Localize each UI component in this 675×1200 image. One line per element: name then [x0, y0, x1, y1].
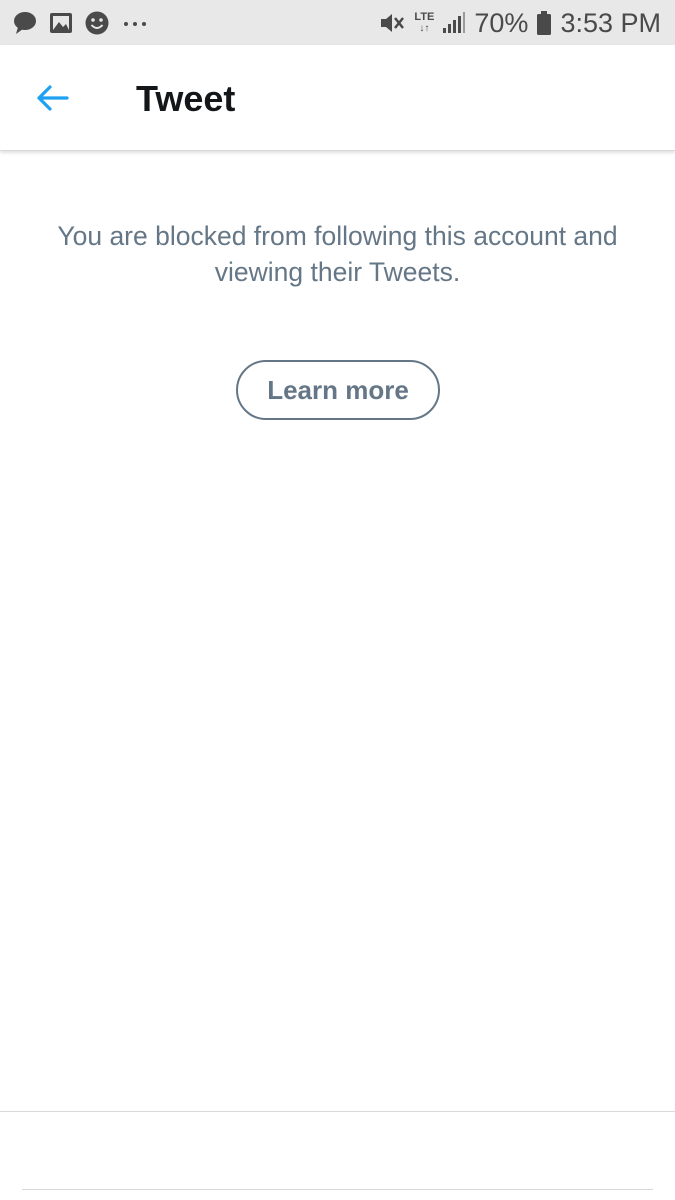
status-left-icons — [12, 9, 150, 37]
page-title: Tweet — [136, 78, 236, 119]
image-icon — [48, 10, 74, 36]
arrow-left-icon — [34, 83, 70, 113]
network-label: LTE — [414, 11, 435, 23]
more-dots-icon — [120, 10, 150, 36]
battery-icon — [536, 10, 552, 36]
signal-icon — [442, 11, 466, 35]
back-button[interactable] — [20, 73, 84, 123]
lte-icon: LTE ↓↑ — [414, 11, 435, 35]
bottom-divider — [0, 1111, 675, 1112]
app-header: Tweet — [0, 45, 675, 151]
message-icon — [12, 10, 38, 36]
battery-percent: 70% — [474, 7, 529, 38]
data-arrows-icon: ↓↑ — [419, 23, 430, 34]
status-bar: LTE ↓↑ 70% 3:53 PM — [0, 0, 675, 45]
screen: LTE ↓↑ 70% 3:53 PM Tweet You are blocked… — [0, 0, 675, 1200]
smiley-icon — [84, 10, 110, 36]
bottom-bar-line — [22, 1189, 653, 1190]
learn-more-button[interactable]: Learn more — [236, 360, 440, 420]
blocked-message: You are blocked from following this acco… — [57, 221, 618, 287]
mute-vibrate-icon — [378, 10, 406, 36]
status-right-icons: LTE ↓↑ 70% 3:53 PM — [378, 6, 661, 40]
clock-time: 3:53 PM — [560, 7, 661, 38]
